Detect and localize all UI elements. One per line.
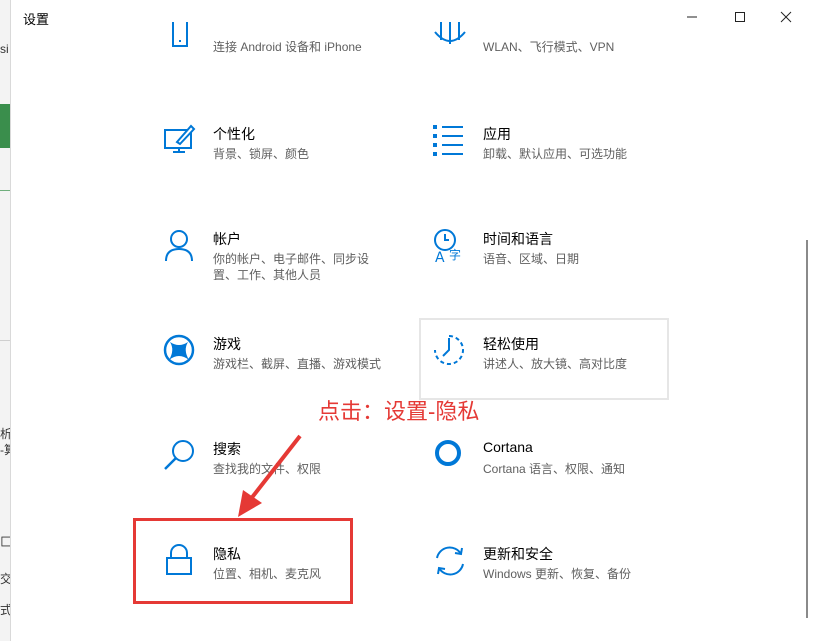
annotation-arrow-icon [238,434,302,517]
